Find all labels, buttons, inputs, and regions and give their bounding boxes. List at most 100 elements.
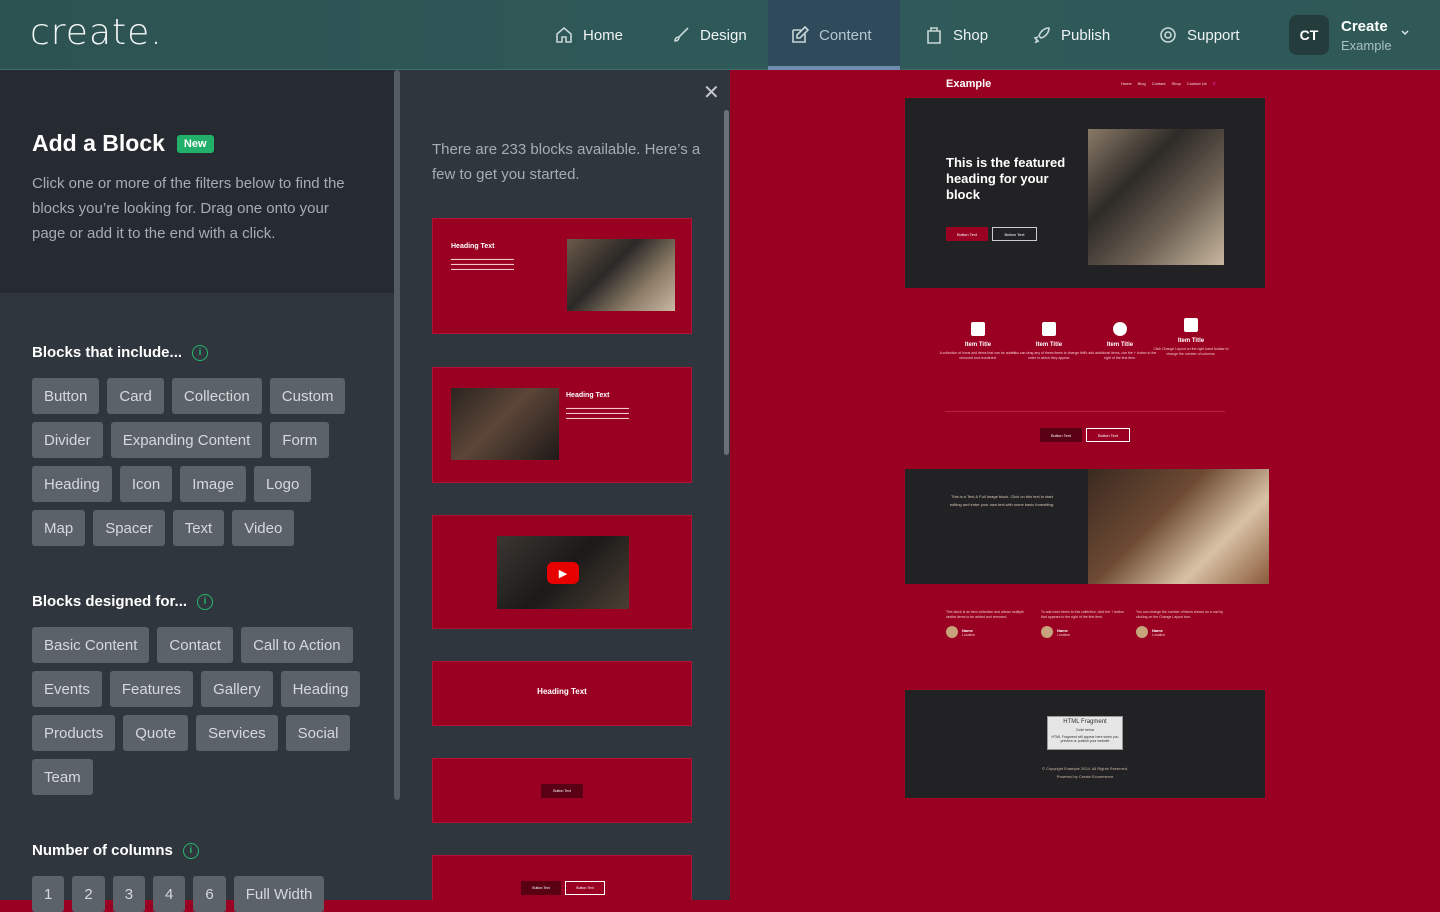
filter-chip[interactable]: Heading [280, 671, 361, 707]
filter-chip[interactable]: Form [270, 422, 330, 458]
sidebar-title: Add a Block [32, 130, 165, 156]
filter-chip[interactable]: Services [196, 715, 278, 751]
filter-chip[interactable]: Basic Content [32, 627, 150, 663]
filter-chip[interactable]: Text [172, 510, 225, 546]
filter-chip[interactable]: 1 [32, 876, 65, 912]
preview-footer-block[interactable]: HTML Fragment Code below HTML Fragment w… [905, 690, 1265, 798]
filter-chip[interactable]: Events [32, 671, 102, 707]
filter-chip[interactable]: Expanding Content [110, 422, 263, 458]
filter-chip[interactable]: Map [32, 510, 86, 546]
preview-brand[interactable]: Example [946, 78, 991, 90]
block-thumbnail-two-buttons[interactable]: Button Text Button Text [432, 855, 692, 900]
feature-item: Item Title Click Change Layout on the rig… [1151, 318, 1231, 357]
feature-text: You can drag any of these items to chang… [1012, 351, 1086, 360]
lifebuoy-icon [1160, 27, 1176, 43]
filter-chip[interactable]: Button [32, 378, 100, 414]
block-thumbnail-image-text[interactable]: Heading Text ▬▬▬▬▬▬▬▬▬▬▬▬▬▬▬▬▬▬ ▬▬▬▬▬▬▬▬▬… [432, 367, 692, 483]
hero-image [1088, 129, 1224, 265]
filter-chip[interactable]: Team [32, 759, 93, 795]
hero-heading: This is the featured heading for your bl… [946, 155, 1066, 202]
feature-item: Item Title A collection of icons and item… [938, 322, 1018, 361]
filter-chip[interactable]: Heading [32, 466, 112, 502]
brush-icon [674, 27, 689, 42]
filter-chip[interactable]: Icon [119, 466, 173, 502]
blocks-count-text: There are 233 blocks available. Here’s a… [432, 141, 701, 183]
feature-text: To add additional items, use the + butto… [1083, 351, 1157, 360]
preview-nav-link[interactable]: Contact [1152, 81, 1166, 88]
thumb-paragraph: ▬▬▬▬▬▬▬▬▬▬▬▬▬▬▬▬▬▬ ▬▬▬▬▬▬▬▬▬▬▬▬▬▬▬▬▬▬ ▬▬▬▬… [451, 257, 514, 271]
info-icon[interactable]: i [197, 593, 214, 610]
blocks-panel: ✕ There are 233 blocks available. Here’s… [400, 70, 730, 900]
preview-nav-link[interactable]: Shop [1171, 81, 1180, 88]
new-badge: New [176, 134, 214, 153]
nav-shop-label: Shop [953, 26, 989, 44]
feature-title: Item Title [1106, 342, 1134, 348]
filter-chip[interactable]: Social [285, 715, 351, 751]
fragment-title: HTML Fragment [1063, 719, 1107, 725]
rocket-icon [1033, 27, 1050, 44]
filter-chip[interactable]: 6 [193, 876, 226, 912]
preview-nav-links: Home Blog Contact Shop Contact Us ⌕ [1121, 81, 1216, 88]
filter-chip[interactable]: Logo [253, 466, 312, 502]
filter-chip[interactable]: Call to Action [241, 627, 353, 663]
filter-chip[interactable]: 3 [112, 876, 146, 912]
filter-chip[interactable]: Card [107, 378, 164, 414]
nav-home[interactable]: Home [532, 0, 645, 70]
filter-chip[interactable]: Image [180, 466, 246, 502]
filter-chip[interactable]: Full Width [233, 876, 325, 912]
block-thumbnail-heading[interactable]: Heading Text [432, 661, 692, 726]
close-icon[interactable]: ✕ [703, 80, 720, 105]
nav-support[interactable]: Support [1136, 0, 1262, 70]
preview-text-full-image-block[interactable]: This is a Text & Full Image block. Click… [905, 469, 1088, 584]
filter-chip[interactable]: Features [109, 671, 194, 707]
fragment-subtitle: Code below [1075, 728, 1095, 732]
user-menu[interactable]: CT Create Example [1289, 15, 1392, 55]
cafe-image [567, 239, 675, 311]
filter-chip[interactable]: Quote [123, 715, 189, 751]
filter-chip[interactable]: 2 [72, 876, 105, 912]
preview-nav-link[interactable]: Blog [1138, 81, 1146, 88]
thumb-button: Button Text [541, 784, 583, 798]
copyright-text: © Copyright Example 2024. All Rights Res… [1041, 766, 1129, 771]
block-thumbnail-video[interactable]: ▶ [432, 515, 692, 629]
filter-chip[interactable]: Custom [269, 378, 346, 414]
play-icon[interactable]: ▶ [547, 562, 579, 584]
filter-chip[interactable]: Contact [157, 627, 234, 663]
nav-design[interactable]: Design [649, 0, 769, 70]
search-icon[interactable]: ⌕ [1213, 81, 1216, 88]
bag-icon [927, 27, 941, 44]
filter-chip[interactable]: Gallery [201, 671, 273, 707]
lock-icon [1042, 322, 1056, 336]
nav-publish[interactable]: Publish [1010, 0, 1132, 70]
sidebar-title-row: Add a Block New [32, 130, 214, 157]
block-thumbnail-text-image[interactable]: Heading Text ▬▬▬▬▬▬▬▬▬▬▬▬▬▬▬▬▬▬ ▬▬▬▬▬▬▬▬▬… [432, 218, 692, 334]
filter-chip[interactable]: Spacer [93, 510, 165, 546]
filter-chip[interactable]: Video [232, 510, 295, 546]
sidebar-description: Click one or more of the filters below t… [32, 175, 345, 242]
filter-chip[interactable]: Products [32, 715, 116, 751]
testimonial-location: Location [1057, 632, 1071, 637]
chevron-down-icon[interactable] [1400, 28, 1410, 38]
powered-by-text: Powered by Create Ecommerce [1056, 774, 1114, 779]
designed-section-title: Blocks designed for... i [32, 593, 214, 610]
filter-chip[interactable]: 4 [153, 876, 186, 912]
filter-chip[interactable]: Collection [171, 378, 262, 414]
info-icon[interactable]: i [192, 344, 209, 361]
blocks-scrollbar[interactable] [724, 110, 729, 455]
preview-hero-block[interactable]: This is the featured heading for your bl… [905, 98, 1265, 288]
zoom-in-icon [971, 322, 985, 336]
avatar [1041, 626, 1053, 638]
create-logo[interactable]: create. [30, 12, 163, 53]
nav-publish-label: Publish [1061, 26, 1111, 44]
avatar [946, 626, 958, 638]
nav-content[interactable]: Content [768, 0, 900, 70]
sidebar-header: Add a Block New Click one or more of the… [0, 70, 394, 293]
designed-title-text: Blocks designed for... [32, 593, 188, 610]
nav-shop[interactable]: Shop [902, 0, 1010, 70]
preview-nav-link[interactable]: Home [1121, 81, 1132, 88]
filter-chip[interactable]: Divider [32, 422, 103, 458]
block-thumbnail-button[interactable]: Button Text [432, 758, 692, 823]
nav-home-label: Home [583, 26, 624, 44]
info-icon[interactable]: i [182, 842, 199, 859]
preview-nav-link[interactable]: Contact Us [1187, 81, 1207, 88]
